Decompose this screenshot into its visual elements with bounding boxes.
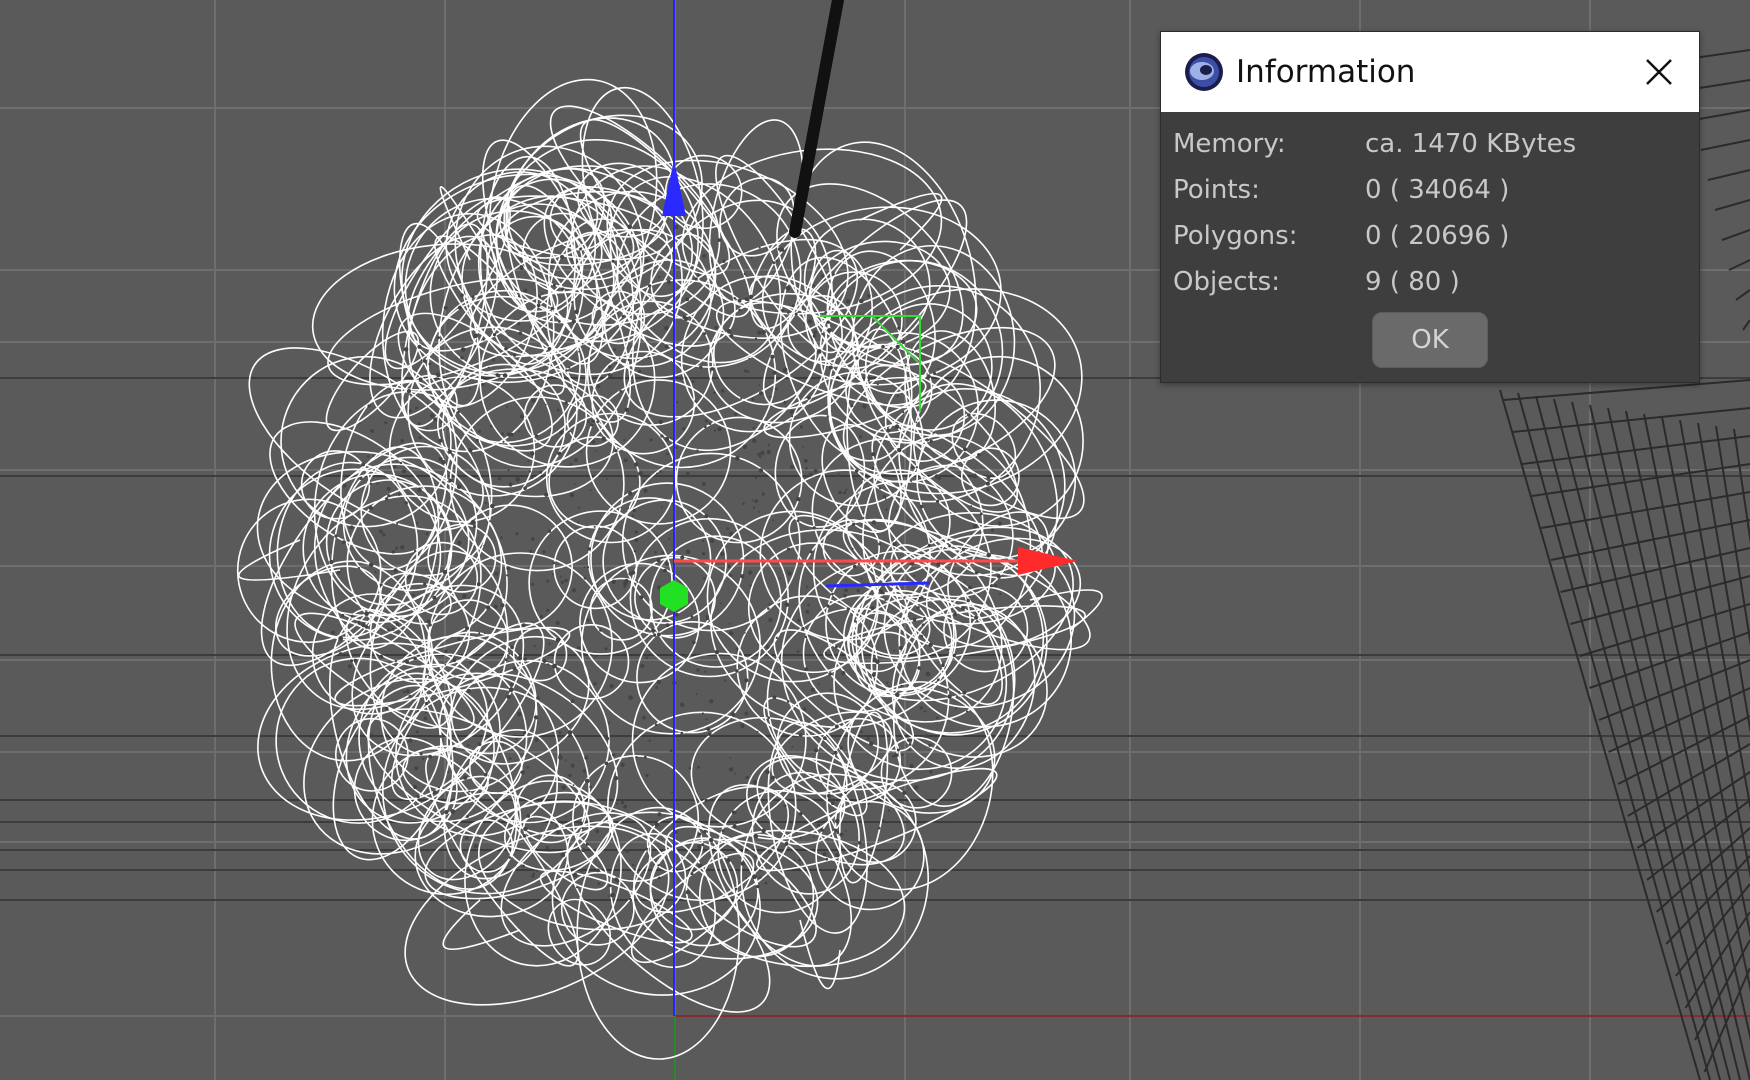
objects-value: 9 ( 80 ) bbox=[1365, 267, 1460, 297]
objects-label: Objects: bbox=[1173, 267, 1280, 297]
close-icon[interactable] bbox=[1637, 50, 1681, 94]
dialog-titlebar[interactable]: Information bbox=[1161, 32, 1699, 112]
3d-viewport[interactable]: Information Memory: ca. 1470 KBytes Poin… bbox=[0, 0, 1750, 1080]
dialog-title: Information bbox=[1236, 54, 1416, 90]
information-dialog[interactable]: Information Memory: ca. 1470 KBytes Poin… bbox=[1160, 31, 1700, 383]
dark-spline-object[interactable] bbox=[789, 0, 844, 238]
cinema4d-app-icon bbox=[1185, 53, 1223, 91]
points-value: 0 ( 34064 ) bbox=[1365, 175, 1510, 205]
memory-label: Memory: bbox=[1173, 129, 1286, 159]
ok-button[interactable]: OK bbox=[1372, 312, 1488, 368]
points-label: Points: bbox=[1173, 175, 1260, 205]
polygons-value: 0 ( 20696 ) bbox=[1365, 221, 1510, 251]
gizmo-plane-x bbox=[825, 581, 931, 588]
gizmo-z-handle[interactable] bbox=[660, 580, 688, 612]
polygons-label: Polygons: bbox=[1173, 221, 1298, 251]
memory-value: ca. 1470 KBytes bbox=[1365, 129, 1577, 159]
